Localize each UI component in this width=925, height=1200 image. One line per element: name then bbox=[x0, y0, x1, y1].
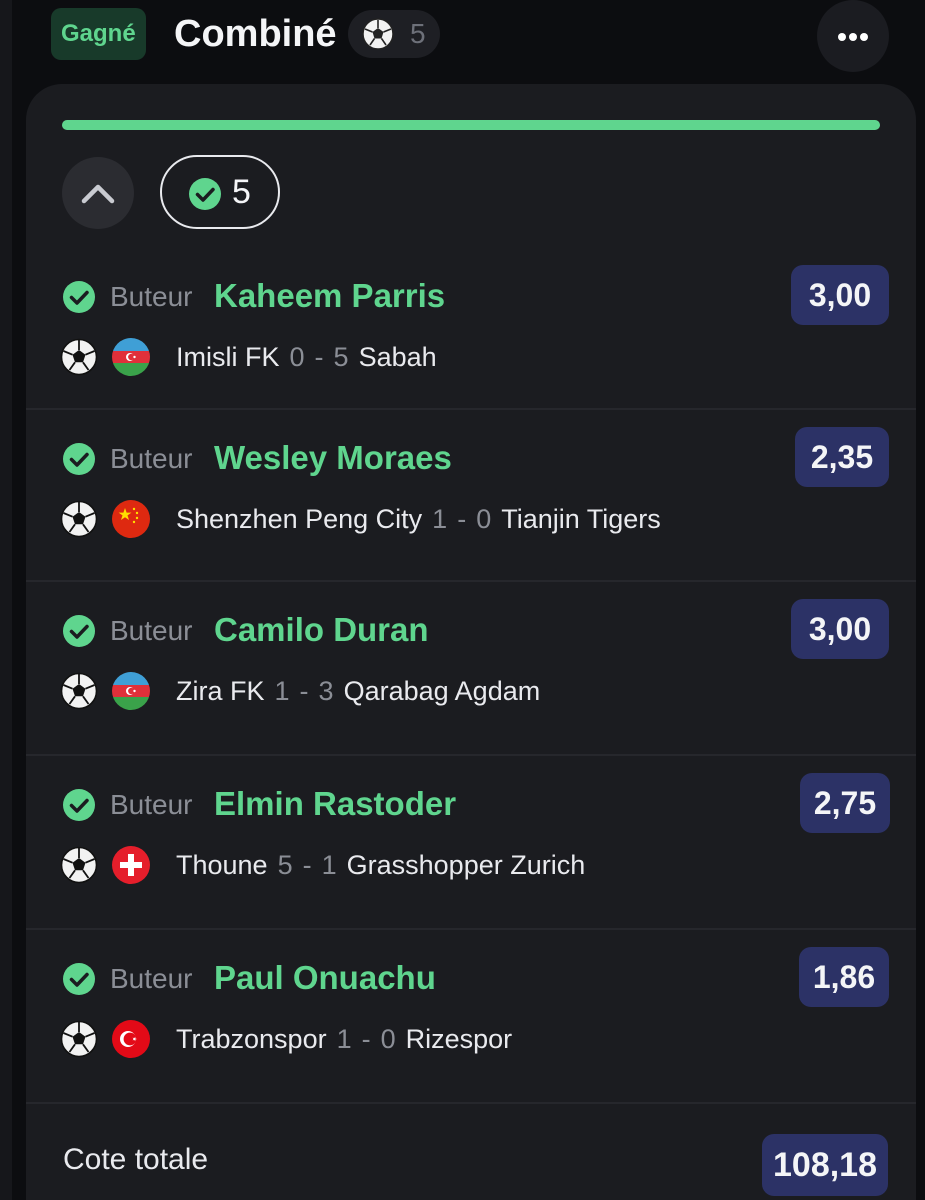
score-separator: - bbox=[299, 676, 309, 706]
player-name: Kaheem Parris bbox=[214, 277, 446, 314]
soccer-ball-icon bbox=[362, 18, 394, 50]
soccer-ball-icon bbox=[60, 500, 98, 538]
match-line: Trabzonspor 1-0 Rizespor bbox=[176, 1021, 512, 1057]
more-options-button[interactable] bbox=[817, 0, 889, 72]
match-score: 5-1 bbox=[268, 850, 347, 880]
turkey-flag-icon bbox=[112, 1020, 150, 1058]
player-name: Camilo Duran bbox=[214, 611, 429, 648]
selection-row[interactable]: Buteur Paul Onuachu 1,86 Trabzonspor 1-0 Rize… bbox=[26, 930, 916, 1104]
away-team: Qarabag Agdam bbox=[343, 676, 541, 706]
away-team: Sabah bbox=[358, 342, 437, 372]
market-label: Buteur bbox=[110, 281, 193, 312]
away-score: 0 bbox=[476, 504, 492, 534]
home-team: Trabzonspor bbox=[176, 1024, 327, 1054]
total-odds-label: Cote totale bbox=[63, 1143, 209, 1176]
selection-row[interactable]: Buteur Camilo Duran 3,00 Zira FK 1-3 Qarabag … bbox=[26, 582, 916, 756]
total-odds-row: Cote totale 108,18 bbox=[26, 1104, 916, 1200]
match-line: Thoune 5-1 Grasshopper Zurich bbox=[176, 847, 585, 883]
check-circle-icon bbox=[62, 442, 96, 476]
won-selections-pill[interactable]: 5 bbox=[160, 155, 280, 229]
away-score: 0 bbox=[380, 1024, 396, 1054]
check-circle-icon bbox=[62, 962, 96, 996]
score-separator: - bbox=[314, 342, 324, 372]
bet-header: Gagné Combiné 5 bbox=[0, 0, 925, 72]
market-label: Buteur bbox=[110, 443, 193, 474]
soccer-ball-icon bbox=[60, 672, 98, 710]
odds-badge: 2,35 bbox=[795, 427, 889, 487]
away-team: Grasshopper Zurich bbox=[346, 850, 586, 880]
sport-count-pill bbox=[348, 10, 440, 58]
chevron-up-icon bbox=[81, 184, 115, 204]
more-dot bbox=[860, 33, 868, 41]
check-circle-icon bbox=[62, 614, 96, 648]
player-name: Paul Onuachu bbox=[214, 959, 436, 996]
market-label: Buteur bbox=[110, 789, 193, 820]
away-team: Tianjin Tigers bbox=[501, 504, 661, 534]
home-score: 1 bbox=[274, 676, 290, 706]
total-odds-value: 108,18 bbox=[762, 1134, 888, 1196]
check-circle-icon bbox=[62, 788, 96, 822]
china-flag-icon bbox=[112, 500, 150, 538]
market-label: Buteur bbox=[110, 963, 193, 994]
left-edge-strip bbox=[0, 0, 12, 1200]
home-team: Shenzhen Peng City bbox=[176, 504, 423, 534]
away-score: 1 bbox=[321, 850, 337, 880]
away-score: 5 bbox=[333, 342, 349, 372]
azerbaijan-flag-icon bbox=[112, 338, 150, 376]
home-score: 1 bbox=[336, 1024, 352, 1054]
score-separator: - bbox=[302, 850, 312, 880]
progress-bar bbox=[62, 120, 880, 130]
soccer-ball-icon bbox=[60, 846, 98, 884]
progress-fill bbox=[62, 120, 880, 130]
match-line: Zira FK 1-3 Qarabag Agdam bbox=[176, 673, 540, 709]
collapse-button[interactable] bbox=[62, 157, 134, 229]
match-line: Imisli FK 0-5 Sabah bbox=[176, 339, 437, 375]
more-horizontal-icon bbox=[838, 33, 846, 41]
odds-badge: 2,75 bbox=[800, 773, 890, 833]
match-score: 1-0 bbox=[422, 504, 501, 534]
match-score: 1-3 bbox=[265, 676, 344, 706]
soccer-ball-icon bbox=[60, 338, 98, 376]
market-label: Buteur bbox=[110, 615, 193, 646]
more-dot bbox=[849, 33, 857, 41]
sport-selection-count: 5 bbox=[410, 18, 426, 49]
match-score: 1-0 bbox=[327, 1024, 406, 1054]
home-score: 1 bbox=[432, 504, 448, 534]
player-name: Wesley Moraes bbox=[214, 439, 452, 476]
away-score: 3 bbox=[318, 676, 334, 706]
odds-badge: 3,00 bbox=[791, 599, 889, 659]
odds-badge: 3,00 bbox=[791, 265, 889, 325]
odds-badge: 1,86 bbox=[799, 947, 889, 1007]
soccer-ball-icon bbox=[60, 1020, 98, 1058]
home-score: 5 bbox=[277, 850, 293, 880]
selection-row[interactable]: Buteur Kaheem Parris 3,00 Imisli FK 0-5 Sabah bbox=[26, 248, 916, 410]
home-team: Imisli FK bbox=[176, 342, 280, 372]
check-circle-icon bbox=[189, 178, 221, 210]
away-team: Rizespor bbox=[405, 1024, 513, 1054]
home-team: Thoune bbox=[176, 850, 268, 880]
score-separator: - bbox=[457, 504, 467, 534]
bet-type-title: Combiné bbox=[174, 13, 337, 55]
azerbaijan-flag-icon bbox=[112, 672, 150, 710]
selection-row[interactable]: Buteur Elmin Rastoder 2,75 Thoune 5-1 Grassho… bbox=[26, 756, 916, 930]
check-circle-icon bbox=[62, 280, 96, 314]
score-separator: - bbox=[361, 1024, 371, 1054]
selection-row[interactable]: Buteur Wesley Moraes 2,35 Shenzhen Peng Cit… bbox=[26, 410, 916, 582]
match-score: 0-5 bbox=[280, 342, 359, 372]
home-score: 0 bbox=[289, 342, 305, 372]
match-line: Shenzhen Peng City 1-0 Tianjin Tigers bbox=[176, 501, 661, 537]
won-count: 5 bbox=[232, 173, 251, 211]
home-team: Zira FK bbox=[176, 676, 265, 706]
status-badge: Gagné bbox=[51, 8, 146, 60]
bet-card: 5 Buteur Kaheem Parris 3,00 Imisli FK 0-5 Sab… bbox=[26, 84, 916, 1200]
player-name: Elmin Rastoder bbox=[214, 785, 457, 822]
switzerland-flag-icon bbox=[112, 846, 150, 884]
